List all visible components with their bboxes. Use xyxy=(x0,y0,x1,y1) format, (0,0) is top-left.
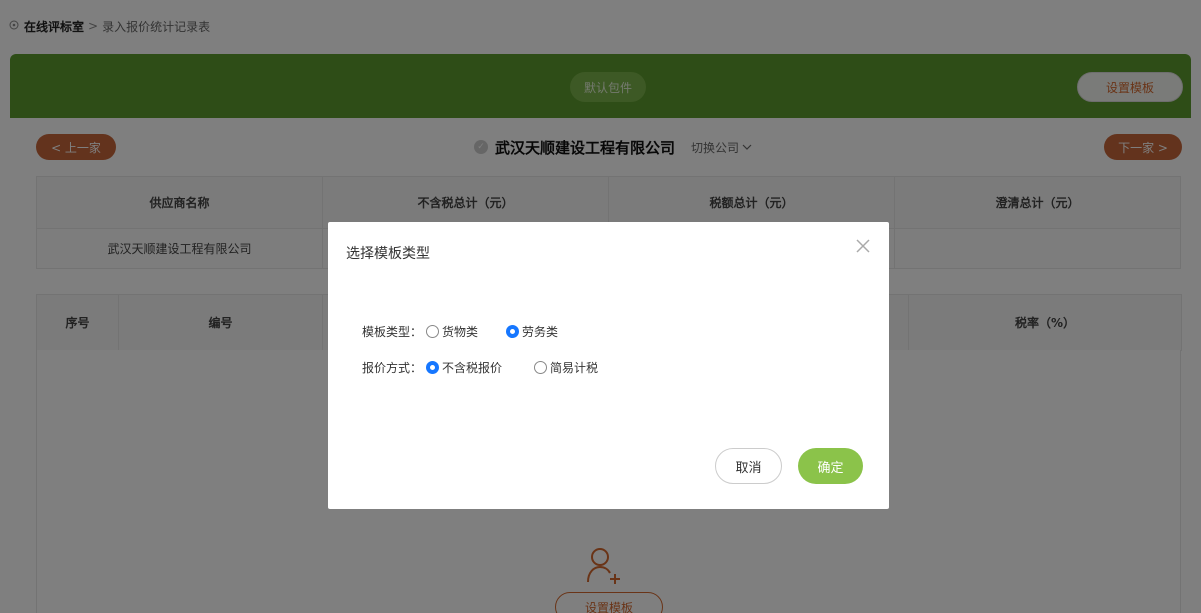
radio-off-icon xyxy=(534,360,548,374)
template-type-label: 模板类型： xyxy=(362,324,423,339)
radio-untaxed-quote[interactable]: 不含税报价 xyxy=(426,359,502,376)
radio-goods-label: 货物类 xyxy=(442,324,479,339)
quote-method-row: 报价方式： 不含税报价 简易计税 xyxy=(362,357,598,377)
radio-on-icon xyxy=(506,324,520,338)
radio-goods[interactable]: 货物类 xyxy=(426,323,478,340)
radio-on-icon xyxy=(426,360,440,374)
select-template-modal: 选择模板类型 模板类型： 货物类 劳务类 报价方式： 不含税报价 简易计税 取消… xyxy=(328,222,889,509)
confirm-button[interactable]: 确定 xyxy=(798,448,863,484)
template-type-row: 模板类型： 货物类 劳务类 xyxy=(362,321,558,341)
radio-labor-label: 劳务类 xyxy=(522,324,559,339)
radio-simple-tax-label: 简易计税 xyxy=(550,360,599,375)
radio-simple-tax[interactable]: 简易计税 xyxy=(534,359,598,376)
cancel-button[interactable]: 取消 xyxy=(715,448,782,484)
radio-untaxed-quote-label: 不含税报价 xyxy=(442,360,503,375)
quote-method-label: 报价方式： xyxy=(362,360,423,375)
close-icon[interactable] xyxy=(853,236,873,256)
radio-labor[interactable]: 劳务类 xyxy=(506,323,558,340)
radio-off-icon xyxy=(426,324,440,338)
modal-title: 选择模板类型 xyxy=(346,246,430,262)
